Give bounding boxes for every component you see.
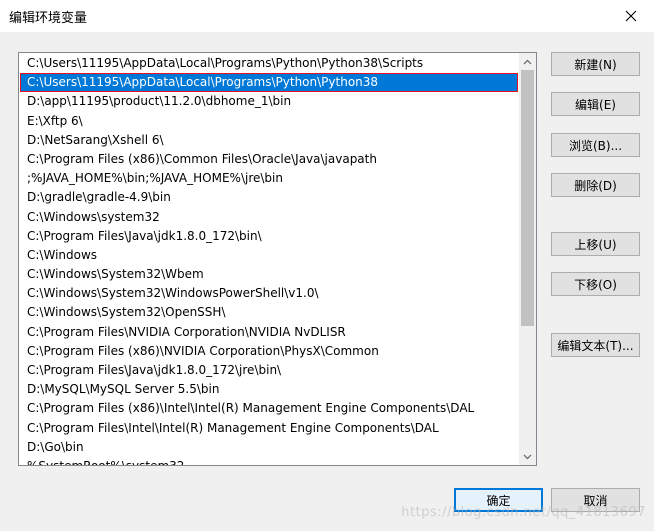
path-row[interactable]: C:\Program Files\Java\jdk1.8.0_172\bin\ (20, 227, 518, 246)
edit-text-button[interactable]: 编辑文本(T)... (551, 333, 640, 357)
path-row[interactable]: D:\Go\bin (20, 438, 518, 457)
path-row[interactable]: C:\Program Files\Intel\Intel(R) Manageme… (20, 419, 518, 438)
path-row[interactable]: ;%JAVA_HOME%\bin;%JAVA_HOME%\jre\bin (20, 169, 518, 188)
close-button[interactable] (608, 0, 654, 32)
path-row[interactable]: E:\Xftp 6\ (20, 112, 518, 131)
path-row[interactable]: D:\gradle\gradle-4.9\bin (20, 188, 518, 207)
path-row[interactable]: C:\Windows\System32\Wbem (20, 265, 518, 284)
path-row[interactable]: D:\MySQL\MySQL Server 5.5\bin (20, 380, 518, 399)
delete-button[interactable]: 删除(D) (551, 173, 640, 197)
close-icon (625, 10, 637, 22)
scroll-up-button[interactable] (519, 53, 536, 70)
path-row[interactable]: C:\Program Files (x86)\Intel\Intel(R) Ma… (20, 399, 518, 418)
new-button[interactable]: 新建(N) (551, 52, 640, 76)
path-row[interactable]: C:\Windows (20, 246, 518, 265)
edit-button[interactable]: 编辑(E) (551, 92, 640, 116)
vertical-scrollbar[interactable] (519, 53, 536, 465)
path-row[interactable]: C:\Windows\System32\OpenSSH\ (20, 303, 518, 322)
path-row[interactable]: %SystemRoot%\system32 (20, 457, 518, 465)
path-row-selected[interactable]: C:\Users\11195\AppData\Local\Programs\Py… (20, 73, 518, 93)
scroll-down-button[interactable] (519, 448, 536, 465)
path-row[interactable]: C:\Program Files\NVIDIA Corporation\NVID… (20, 323, 518, 342)
path-rows: C:\Users\11195\AppData\Local\Programs\Py… (20, 54, 518, 465)
path-row[interactable]: D:\NetSarang\Xshell 6\ (20, 131, 518, 150)
chevron-down-icon (523, 454, 532, 459)
chevron-up-icon (523, 59, 532, 64)
move-up-button[interactable]: 上移(U) (551, 232, 640, 256)
dialog-title: 编辑环境变量 (9, 11, 88, 26)
path-row[interactable]: C:\Windows\system32 (20, 208, 518, 227)
scroll-thumb[interactable] (521, 70, 534, 326)
path-row[interactable]: C:\Windows\System32\WindowsPowerShell\v1… (20, 284, 518, 303)
title-bar[interactable]: 编辑环境变量 (0, 0, 654, 32)
watermark: https://blog.csdn.net/qq_41813697 (401, 505, 646, 520)
path-row[interactable]: D:\app\11195\product\11.2.0\dbhome_1\bin (20, 92, 518, 111)
move-down-button[interactable]: 下移(O) (551, 272, 640, 296)
path-row[interactable]: C:\Users\11195\AppData\Local\Programs\Py… (20, 54, 518, 73)
browse-button[interactable]: 浏览(B)... (551, 133, 640, 157)
path-row[interactable]: C:\Program Files (x86)\NVIDIA Corporatio… (20, 342, 518, 361)
path-row[interactable]: C:\Program Files\Java\jdk1.8.0_172\jre\b… (20, 361, 518, 380)
path-list[interactable]: C:\Users\11195\AppData\Local\Programs\Py… (18, 52, 537, 466)
path-row[interactable]: C:\Program Files (x86)\Common Files\Orac… (20, 150, 518, 169)
edit-env-var-dialog: 编辑环境变量 C:\Users\11195\AppData\Local\Prog… (0, 0, 654, 531)
